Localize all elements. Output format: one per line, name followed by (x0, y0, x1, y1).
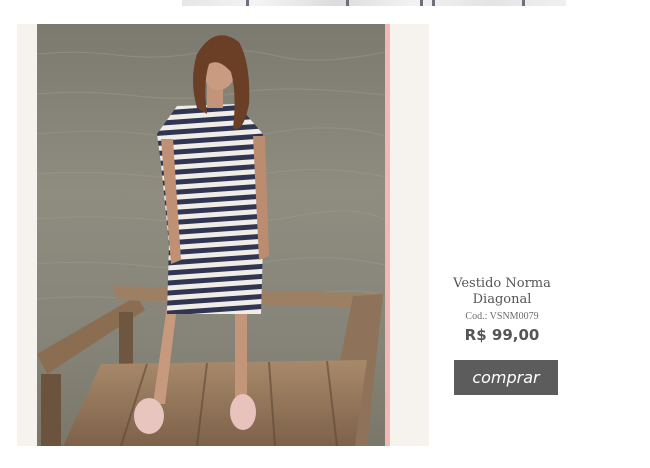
product-card-accent-edge (385, 24, 390, 446)
product-price: R$ 99,00 (464, 326, 540, 344)
buy-button[interactable]: comprar (454, 360, 558, 395)
product-image[interactable] (37, 24, 385, 446)
product-info: Vestido Norma Diagonal Cod.: VSNM0079 R$… (440, 276, 564, 395)
product-name[interactable]: Vestido Norma Diagonal (440, 276, 564, 308)
product-page: Vestido Norma Diagonal Cod.: VSNM0079 R$… (0, 0, 650, 468)
previous-product-image-strip[interactable] (182, 0, 566, 6)
product-code: Cod.: VSNM0079 (465, 311, 539, 322)
